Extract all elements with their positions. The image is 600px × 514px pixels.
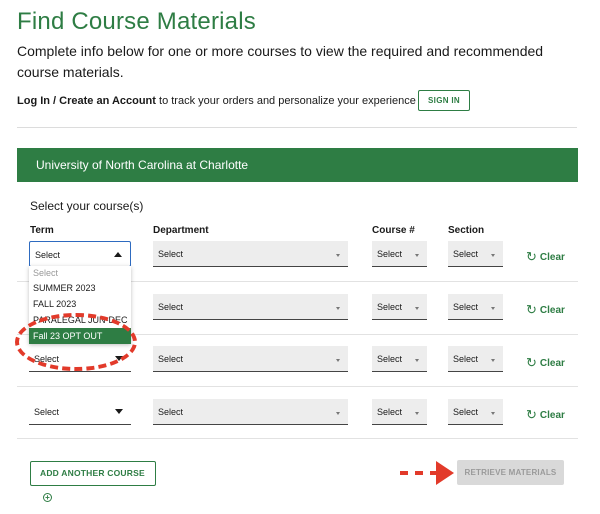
course-column-header: Course #: [372, 225, 415, 236]
login-link[interactable]: Log In / Create an Account: [17, 95, 156, 107]
course-select-value: Select: [377, 249, 403, 259]
caret-down-icon: [415, 254, 419, 257]
caret-down-icon: [336, 412, 340, 415]
course-select[interactable]: Select: [372, 241, 427, 267]
row-divider: [17, 386, 578, 387]
term-select-value: Select: [34, 407, 60, 417]
divider: [17, 127, 577, 128]
university-header: University of North Carolina at Charlott…: [17, 148, 578, 182]
section-select[interactable]: Select: [448, 241, 503, 267]
department-select[interactable]: Select: [153, 399, 348, 425]
term-option-paralegal[interactable]: PARALEGAL JUN-DEC: [29, 312, 131, 328]
plus-circle-icon: +: [43, 493, 52, 502]
term-option-fall-2023[interactable]: FALL 2023: [29, 296, 131, 312]
annotation-arrow-icon: [400, 461, 454, 485]
caret-down-icon: [336, 254, 340, 257]
section-select[interactable]: Select: [448, 399, 503, 425]
department-select-value: Select: [158, 407, 184, 417]
department-select[interactable]: Select: [153, 241, 348, 267]
term-option-fall-23-opt-out[interactable]: Fall 23 OPT OUT: [29, 328, 131, 344]
find-course-materials-page: Find Course Materials Complete info belo…: [0, 0, 600, 514]
term-dropdown-list: Select SUMMER 2023 FALL 2023 PARALEGAL J…: [29, 266, 131, 344]
caret-down-icon: [491, 254, 495, 257]
caret-down-icon: [336, 307, 340, 310]
section-select-value: Select: [453, 407, 479, 417]
login-prompt-text: to track your orders and personalize you…: [155, 95, 416, 107]
term-select-value: Select: [35, 250, 61, 260]
caret-down-icon: [491, 412, 495, 415]
clear-label: Clear: [539, 252, 565, 263]
caret-down-icon: [491, 359, 495, 362]
refresh-icon: ↻: [526, 249, 537, 264]
sign-in-button[interactable]: SIGN IN: [418, 90, 470, 111]
section-select-value: Select: [453, 249, 479, 259]
term-column-header: Term: [30, 225, 54, 236]
refresh-icon: ↻: [526, 302, 537, 317]
login-prompt: Log In / Create an Account to track your…: [17, 95, 416, 107]
course-select[interactable]: Select: [372, 399, 427, 425]
intro-text: Complete info below for one or more cour…: [17, 43, 544, 80]
section-column-header: Section: [448, 225, 485, 236]
row-divider: [17, 438, 578, 439]
section-select[interactable]: Select: [448, 346, 503, 372]
term-option-placeholder[interactable]: Select: [29, 266, 131, 280]
term-select-value: Select: [34, 354, 60, 364]
clear-button[interactable]: ↻ Clear: [526, 303, 565, 318]
department-column-header: Department: [153, 225, 209, 236]
section-select-value: Select: [453, 354, 479, 364]
clear-button[interactable]: ↻ Clear: [526, 356, 565, 371]
clear-label: Clear: [539, 305, 565, 316]
caret-down-icon: [415, 307, 419, 310]
caret-down-icon: [491, 307, 495, 310]
caret-down-icon: [115, 409, 123, 414]
add-another-course-button[interactable]: ADD ANOTHER COURSE +: [30, 461, 156, 502]
course-select-value: Select: [377, 407, 403, 417]
caret-down-icon: [115, 356, 123, 361]
course-select-value: Select: [377, 354, 403, 364]
clear-button[interactable]: ↻ Clear: [526, 408, 565, 423]
refresh-icon: ↻: [526, 407, 537, 422]
term-select[interactable]: Select: [29, 346, 131, 372]
section-select[interactable]: Select: [448, 294, 503, 320]
clear-label: Clear: [539, 358, 565, 369]
department-select[interactable]: Select: [153, 346, 348, 372]
annotation-arrow-head: [436, 461, 454, 485]
term-option-summer-2023[interactable]: SUMMER 2023: [29, 280, 131, 296]
page-title: Find Course Materials: [17, 8, 256, 35]
course-select[interactable]: Select: [372, 346, 427, 372]
term-select[interactable]: Select: [29, 241, 131, 267]
select-courses-label: Select your course(s): [30, 199, 144, 213]
course-select-value: Select: [377, 302, 403, 312]
department-select-value: Select: [158, 354, 184, 364]
refresh-icon: ↻: [526, 355, 537, 370]
caret-down-icon: [415, 359, 419, 362]
caret-up-icon: [114, 252, 122, 257]
caret-down-icon: [415, 412, 419, 415]
course-select[interactable]: Select: [372, 294, 427, 320]
caret-down-icon: [336, 359, 340, 362]
clear-button[interactable]: ↻ Clear: [526, 250, 565, 265]
department-select[interactable]: Select: [153, 294, 348, 320]
department-select-value: Select: [158, 302, 184, 312]
add-course-label: ADD ANOTHER COURSE: [40, 468, 145, 478]
retrieve-materials-button[interactable]: RETRIEVE MATERIALS: [457, 460, 564, 485]
clear-label: Clear: [539, 410, 565, 421]
department-select-value: Select: [158, 249, 184, 259]
term-select[interactable]: Select: [29, 399, 131, 425]
section-select-value: Select: [453, 302, 479, 312]
